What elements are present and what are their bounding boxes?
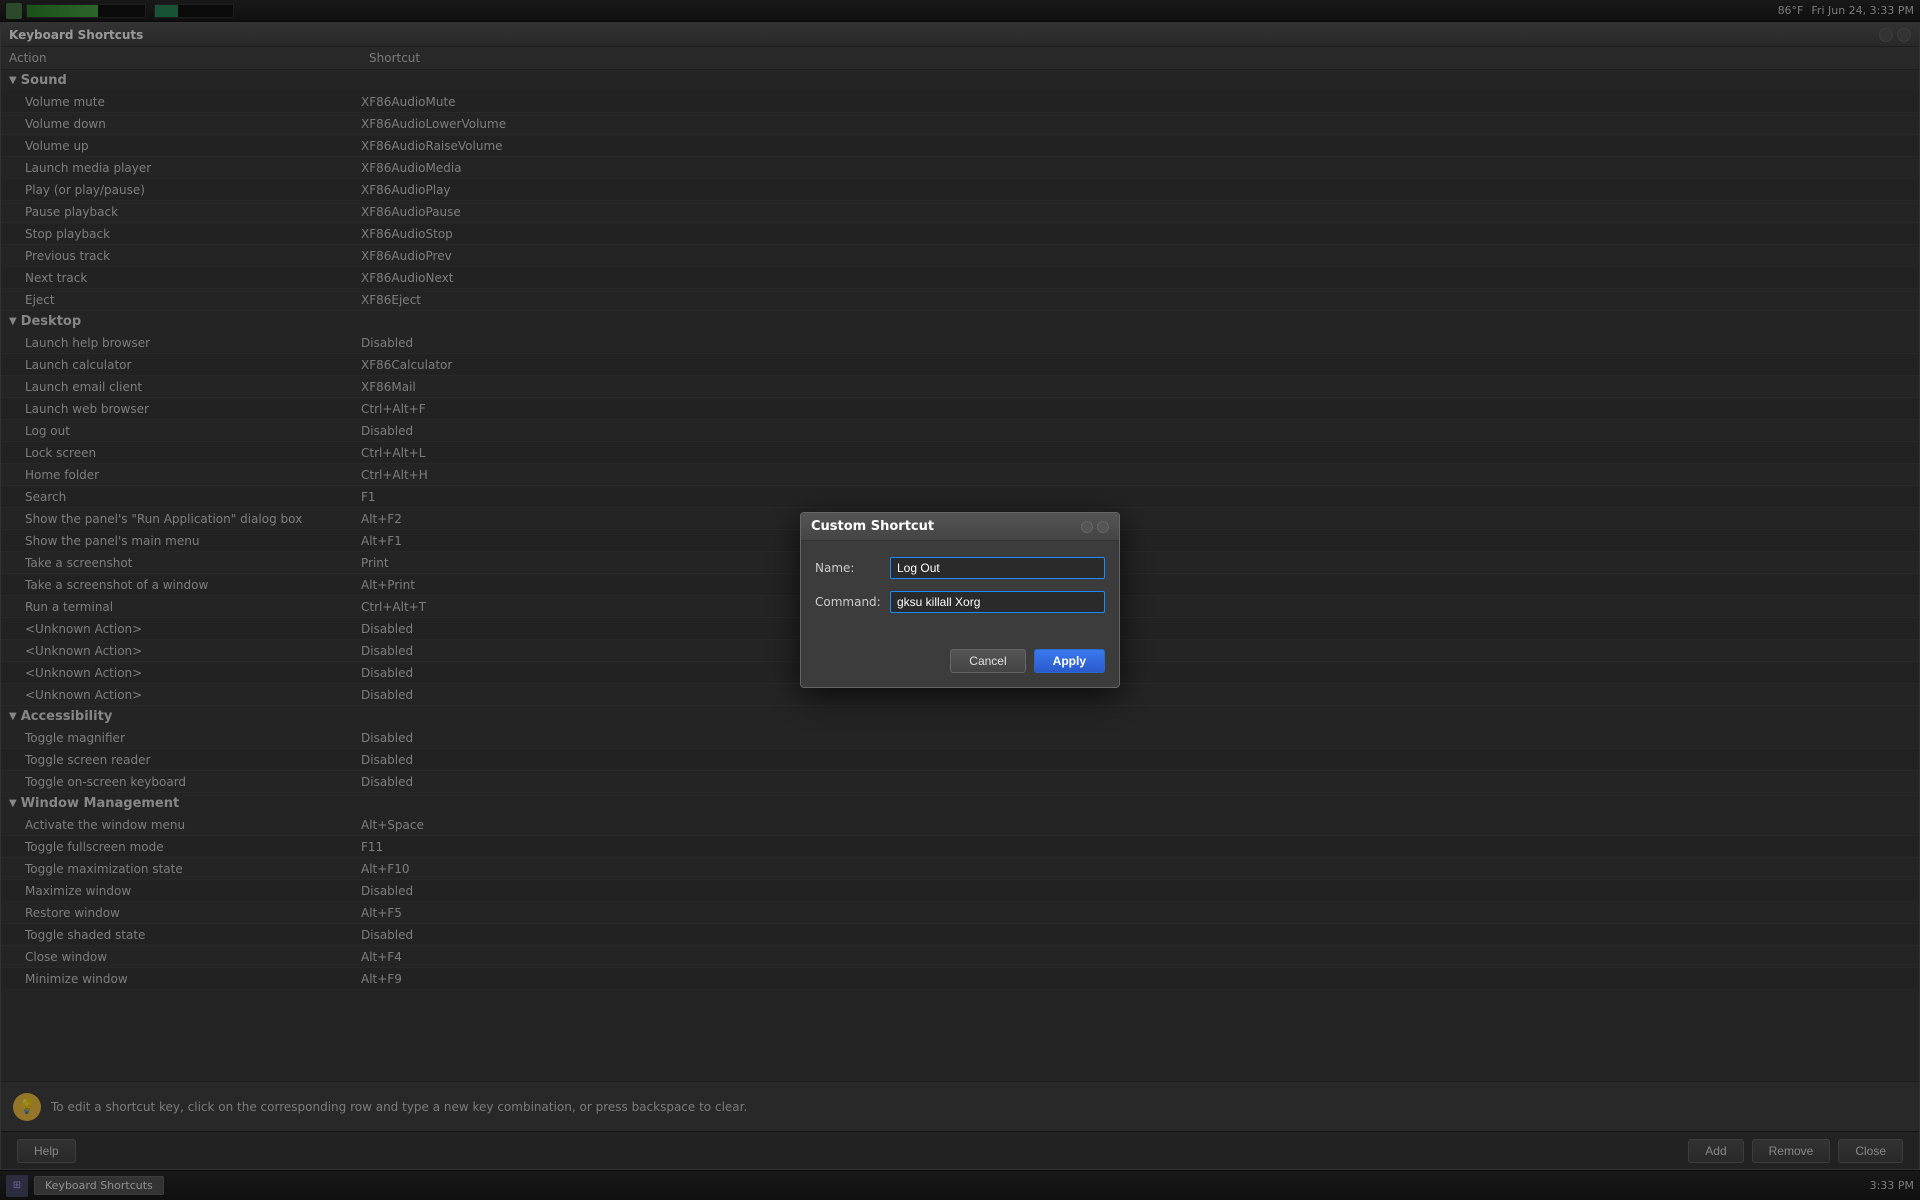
name-label: Name: xyxy=(815,561,890,575)
cancel-button[interactable]: Cancel xyxy=(950,649,1025,673)
modal-minimize-btn[interactable] xyxy=(1081,521,1093,533)
modal-titlebar: Custom Shortcut xyxy=(801,513,1119,541)
modal-title: Custom Shortcut xyxy=(811,519,1081,534)
modal-window-controls xyxy=(1081,521,1109,533)
modal-overlay: Custom Shortcut Name: Command: Cancel Ap… xyxy=(0,0,1920,1200)
modal-body: Name: Command: xyxy=(801,541,1119,641)
name-field-row: Name: xyxy=(815,557,1105,579)
modal-close-btn[interactable] xyxy=(1097,521,1109,533)
apply-button[interactable]: Apply xyxy=(1034,649,1105,673)
custom-shortcut-dialog: Custom Shortcut Name: Command: Cancel Ap… xyxy=(800,512,1120,688)
command-label: Command: xyxy=(815,595,890,609)
command-input[interactable] xyxy=(890,591,1105,613)
name-input[interactable] xyxy=(890,557,1105,579)
modal-footer: Cancel Apply xyxy=(801,641,1119,687)
command-field-row: Command: xyxy=(815,591,1105,613)
